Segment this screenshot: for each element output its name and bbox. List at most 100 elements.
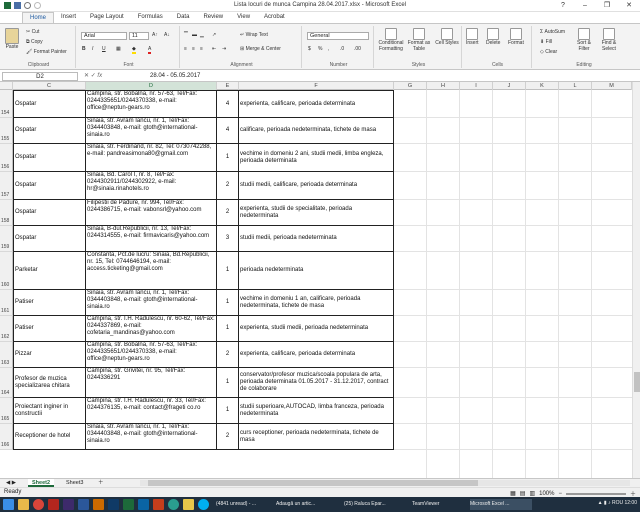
cell-address[interactable]: Campina, str. Bobalna, nr. 57-63, Tel/Fa…	[86, 342, 217, 368]
name-box[interactable]: D2	[2, 72, 78, 81]
cell-occupation[interactable]: Ospatar	[13, 200, 86, 226]
cell-requirements[interactable]: experienta, calificare, perioada determi…	[239, 90, 394, 118]
help-icon[interactable]: ?	[552, 0, 574, 12]
empty-row-cells[interactable]	[394, 252, 632, 290]
close-button[interactable]: ✕	[618, 0, 640, 12]
cell-requirements[interactable]: experienta, calificare, perioada determi…	[239, 342, 394, 368]
format-cells-button[interactable]: Format	[508, 28, 524, 46]
orientation-icon[interactable]: ↗	[212, 32, 216, 38]
cell-address[interactable]: Sinaia, B-dul.Republicii, nr. 13, Tel/Fa…	[86, 226, 217, 252]
horizontal-scroll-thumb[interactable]	[148, 480, 478, 486]
find-select-button[interactable]: Find & Select	[598, 28, 620, 52]
empty-row-cells[interactable]	[394, 144, 632, 172]
explorer-icon[interactable]	[18, 499, 29, 510]
cell-styles-button[interactable]: Cell Styles	[434, 28, 460, 46]
cancel-icon[interactable]: ✕	[84, 73, 89, 79]
empty-row-cells[interactable]	[394, 290, 632, 316]
merge-center-button[interactable]: ⊞ Merge & Center	[240, 46, 281, 52]
acrobat-icon[interactable]	[48, 499, 59, 510]
cell-requirements[interactable]: conservator/profesor muzica/scoala popul…	[239, 368, 394, 398]
column-header-j[interactable]: J	[493, 82, 526, 90]
tab-page-layout[interactable]: Page Layout	[83, 12, 131, 23]
shrink-font-button[interactable]: A↓	[164, 32, 170, 38]
column-header-f[interactable]: F	[239, 82, 394, 90]
row-header[interactable]: 163	[0, 342, 13, 368]
align-top-icon[interactable]: ▔	[184, 32, 188, 38]
font-name-select[interactable]: Arial	[81, 32, 127, 40]
network-icon[interactable]: ▮	[604, 500, 607, 506]
format-painter-button[interactable]: 🖌 Format Painter	[26, 49, 67, 55]
insert-cells-button[interactable]: Insert	[466, 28, 479, 46]
cell-address[interactable]: Sinaia, str. Avram Iancu, nr. 1, Tel/Fax…	[86, 290, 217, 316]
cell-address[interactable]: Sinaia, Bd. Carol I, nr. 8, Tel/Fax: 024…	[86, 172, 217, 200]
empty-row-cells[interactable]	[394, 342, 632, 368]
zoom-slider[interactable]	[565, 492, 626, 495]
sheet-nav-icon[interactable]: ◀ ▶	[2, 479, 20, 487]
align-middle-icon[interactable]: ▬	[192, 32, 197, 38]
row-header[interactable]: 156	[0, 144, 13, 172]
number-format-select[interactable]: General	[307, 32, 369, 40]
cell-address[interactable]: Sinaia, str. Avram Iancu, nr. 1, Tel/Fax…	[86, 118, 217, 144]
font-color-icon[interactable]: A	[148, 46, 152, 54]
excel-icon[interactable]	[123, 499, 134, 510]
horizontal-scrollbar[interactable]	[140, 480, 630, 486]
taskbar-item-facebook[interactable]: (25) Raluca Epar...	[344, 499, 406, 510]
cell-occupation[interactable]: Ospatar	[13, 144, 86, 172]
media-player-icon[interactable]	[168, 499, 179, 510]
empty-row-cells[interactable]	[394, 424, 632, 450]
font-size-select[interactable]: 11	[129, 32, 149, 40]
cell-requirements[interactable]: curs receptioner, perioada nedeterminata…	[239, 424, 394, 450]
cell-address[interactable]: Filipestii de Padure, nr. 994, Tel/Fax: …	[86, 200, 217, 226]
empty-row-cells[interactable]	[394, 398, 632, 424]
decrease-indent-icon[interactable]: ⇤	[212, 46, 216, 52]
italic-button[interactable]: I	[92, 46, 93, 52]
minimize-button[interactable]: –	[574, 0, 596, 12]
vertical-scroll-thumb[interactable]	[634, 372, 640, 392]
cell-requirements[interactable]: studii medii, perioada nedeterminata	[239, 226, 394, 252]
column-header-i[interactable]: I	[460, 82, 493, 90]
cell-occupation[interactable]: Ospatar	[13, 226, 86, 252]
insert-sheet-icon[interactable]: ＋	[94, 479, 108, 487]
comma-button[interactable]: ,	[328, 46, 329, 52]
borders-icon[interactable]: ▦	[116, 46, 121, 52]
cell-requirements[interactable]: studii medii, calificare, perioada deter…	[239, 172, 394, 200]
cell-requirements[interactable]: experienta, studii medii, perioada nedet…	[239, 316, 394, 342]
tab-data[interactable]: Data	[170, 12, 197, 23]
cell-occupation[interactable]: Ospatar	[13, 90, 86, 118]
column-header-c[interactable]: C	[13, 82, 86, 90]
cell-positions[interactable]: 1	[217, 368, 239, 398]
cell-requirements[interactable]: vechime in domeniu 2 ani, studii medii, …	[239, 144, 394, 172]
tray-arrow-icon[interactable]: ▲	[598, 500, 603, 506]
align-center-icon[interactable]: ≡	[192, 46, 195, 52]
cell-positions[interactable]: 1	[217, 290, 239, 316]
language-indicator[interactable]: ROU	[612, 500, 623, 506]
column-header-m[interactable]: M	[592, 82, 632, 90]
cut-button[interactable]: ✂ Cut	[26, 29, 39, 35]
align-right-icon[interactable]: ≡	[200, 46, 203, 52]
grow-font-button[interactable]: A↑	[152, 32, 158, 38]
row-header[interactable]: 162	[0, 316, 13, 342]
empty-row-cells[interactable]	[394, 90, 632, 118]
normal-view-icon[interactable]: ▦	[510, 490, 516, 497]
start-button[interactable]	[3, 499, 14, 510]
empty-row-cells[interactable]	[394, 200, 632, 226]
paste-button[interactable]: Paste	[5, 28, 19, 50]
cell-address[interactable]: Constanta, Pct.de lucru: Sinaia, Bd.Repu…	[86, 252, 217, 290]
underline-button[interactable]: U	[102, 46, 106, 52]
row-header[interactable]: 158	[0, 200, 13, 226]
cell-occupation[interactable]: Parketar	[13, 252, 86, 290]
delete-cells-button[interactable]: Delete	[486, 28, 500, 46]
currency-icon[interactable]: $	[308, 46, 311, 52]
column-header-h[interactable]: H	[427, 82, 460, 90]
row-header[interactable]: 154	[0, 90, 13, 118]
cell-address[interactable]: Campina, str. Grivitei, nr. 95, Tel/Fax:…	[86, 368, 217, 398]
vertical-scrollbar[interactable]	[632, 82, 640, 478]
tab-view[interactable]: View	[230, 12, 257, 23]
powerpoint-icon[interactable]	[153, 499, 164, 510]
column-header-l[interactable]: L	[559, 82, 592, 90]
align-bottom-icon[interactable]: ▁	[200, 32, 204, 38]
page-break-view-icon[interactable]: ▥	[529, 490, 535, 497]
cell-positions[interactable]: 2	[217, 424, 239, 450]
increase-decimal-icon[interactable]: .0	[340, 46, 344, 52]
cell-occupation[interactable]: Ospatar	[13, 118, 86, 144]
